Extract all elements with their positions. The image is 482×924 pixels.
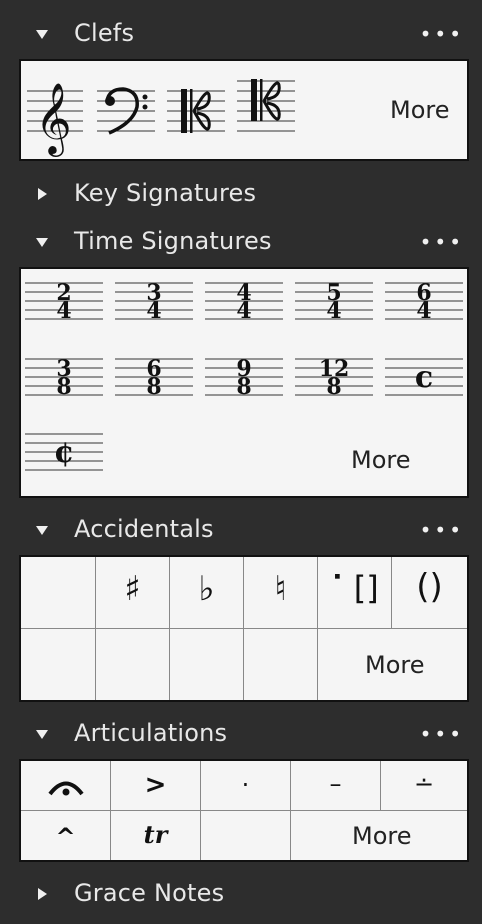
parentheses-icon[interactable]: ()	[392, 557, 467, 629]
time-signature-item[interactable]: c	[385, 358, 463, 396]
time-signatures-more-button[interactable]: More	[351, 446, 411, 474]
time-signature-item[interactable]: ¢	[25, 433, 103, 471]
alto-clef-icon[interactable]	[167, 89, 225, 133]
time-signature-item[interactable]: 68	[115, 356, 193, 400]
collapse-triangle-icon[interactable]	[36, 238, 48, 247]
more-options-icon[interactable]: •••	[420, 520, 464, 540]
collapse-triangle-icon[interactable]	[36, 526, 48, 535]
time-signature-denominator: 4	[236, 298, 251, 324]
section-title: Accidentals	[74, 515, 214, 543]
clefs-more-button[interactable]: More	[390, 96, 450, 124]
articulation-cell-empty[interactable]	[201, 811, 291, 860]
more-options-icon[interactable]: •••	[420, 24, 464, 44]
accidentals-palette: ♯ ♭ ♮ ⠁[] () More	[19, 555, 469, 702]
time-signature-item[interactable]: 44	[205, 280, 283, 324]
time-signature-symbol: c	[415, 360, 433, 395]
brackets-icon[interactable]: ⠁[]	[318, 557, 392, 629]
section-header-clefs[interactable]: Clefs •••	[0, 14, 482, 54]
section-title: Time Signatures	[74, 227, 272, 255]
time-signature-item[interactable]: 38	[25, 356, 103, 400]
time-signature-denominator: 4	[146, 298, 161, 324]
accidental-cell-empty[interactable]	[96, 629, 170, 700]
time-signature-item[interactable]: 34	[115, 280, 193, 324]
collapse-triangle-icon[interactable]	[36, 730, 48, 739]
accent-icon[interactable]: >	[111, 761, 201, 811]
section-header-grace-notes[interactable]: Grace Notes	[0, 874, 482, 914]
section-header-articulations[interactable]: Articulations •••	[0, 714, 482, 754]
section-header-key-signatures[interactable]: Key Signatures	[0, 174, 482, 214]
time-signature-denominator: 4	[56, 298, 71, 324]
time-signatures-palette: 2 4 3 4 4 4 5 4 6 4 3 8 6 8 9 8 12 8 c ¢ More	[19, 267, 469, 498]
time-signature-denominator: 8	[56, 374, 71, 400]
accidental-cell-empty[interactable]	[244, 629, 318, 700]
marcato-icon[interactable]: ^	[21, 811, 111, 860]
articulations-more-button[interactable]: More	[352, 822, 412, 850]
section-header-time-signatures[interactable]: Time Signatures •••	[0, 222, 482, 262]
time-signature-item[interactable]: 98	[205, 356, 283, 400]
tenor-clef-icon[interactable]	[237, 79, 295, 132]
staccato-icon[interactable]: ·	[201, 761, 291, 811]
articulations-palette: > · – ∸ ^ tr More	[19, 759, 469, 862]
bass-clef-icon[interactable]	[97, 87, 155, 135]
section-header-accidentals[interactable]: Accidentals •••	[0, 510, 482, 550]
time-signature-denominator: 8	[236, 374, 251, 400]
sharp-icon[interactable]: ♯	[96, 557, 170, 629]
section-title: Clefs	[74, 19, 135, 47]
more-options-icon[interactable]: •••	[420, 724, 464, 744]
trill-icon[interactable]: tr	[111, 811, 201, 860]
section-title: Grace Notes	[74, 879, 225, 907]
time-signature-item[interactable]: 24	[25, 280, 103, 324]
time-signature-denominator: 8	[326, 374, 341, 400]
section-title: Key Signatures	[74, 179, 257, 207]
clefs-palette: 𝄞 More	[19, 59, 469, 161]
tenuto-staccato-icon[interactable]: ∸	[381, 761, 467, 811]
tenuto-icon[interactable]: –	[291, 761, 381, 811]
time-signature-item[interactable]: 54	[295, 280, 373, 324]
time-signature-denominator: 4	[326, 298, 341, 324]
time-signature-item[interactable]: 128	[295, 356, 373, 400]
natural-icon[interactable]: ♮	[244, 557, 318, 629]
accidentals-more-button[interactable]: More	[365, 651, 425, 679]
more-options-icon[interactable]: •••	[420, 232, 464, 252]
accidental-cell-empty[interactable]	[170, 629, 244, 700]
fermata-icon[interactable]	[21, 761, 111, 811]
section-title: Articulations	[74, 719, 228, 747]
accidental-cell-empty[interactable]	[21, 557, 96, 629]
time-signature-denominator: 8	[146, 374, 161, 400]
treble-clef-icon[interactable]: 𝄞	[27, 81, 83, 157]
accidental-cell-empty[interactable]	[21, 629, 96, 700]
expand-triangle-icon[interactable]	[38, 188, 47, 200]
time-signature-symbol: ¢	[54, 435, 75, 470]
flat-icon[interactable]: ♭	[170, 557, 244, 629]
time-signature-item[interactable]: 64	[385, 280, 463, 324]
expand-triangle-icon[interactable]	[38, 888, 47, 900]
svg-text:𝄞: 𝄞	[35, 81, 72, 157]
collapse-triangle-icon[interactable]	[36, 30, 48, 39]
time-signature-denominator: 4	[416, 298, 431, 324]
